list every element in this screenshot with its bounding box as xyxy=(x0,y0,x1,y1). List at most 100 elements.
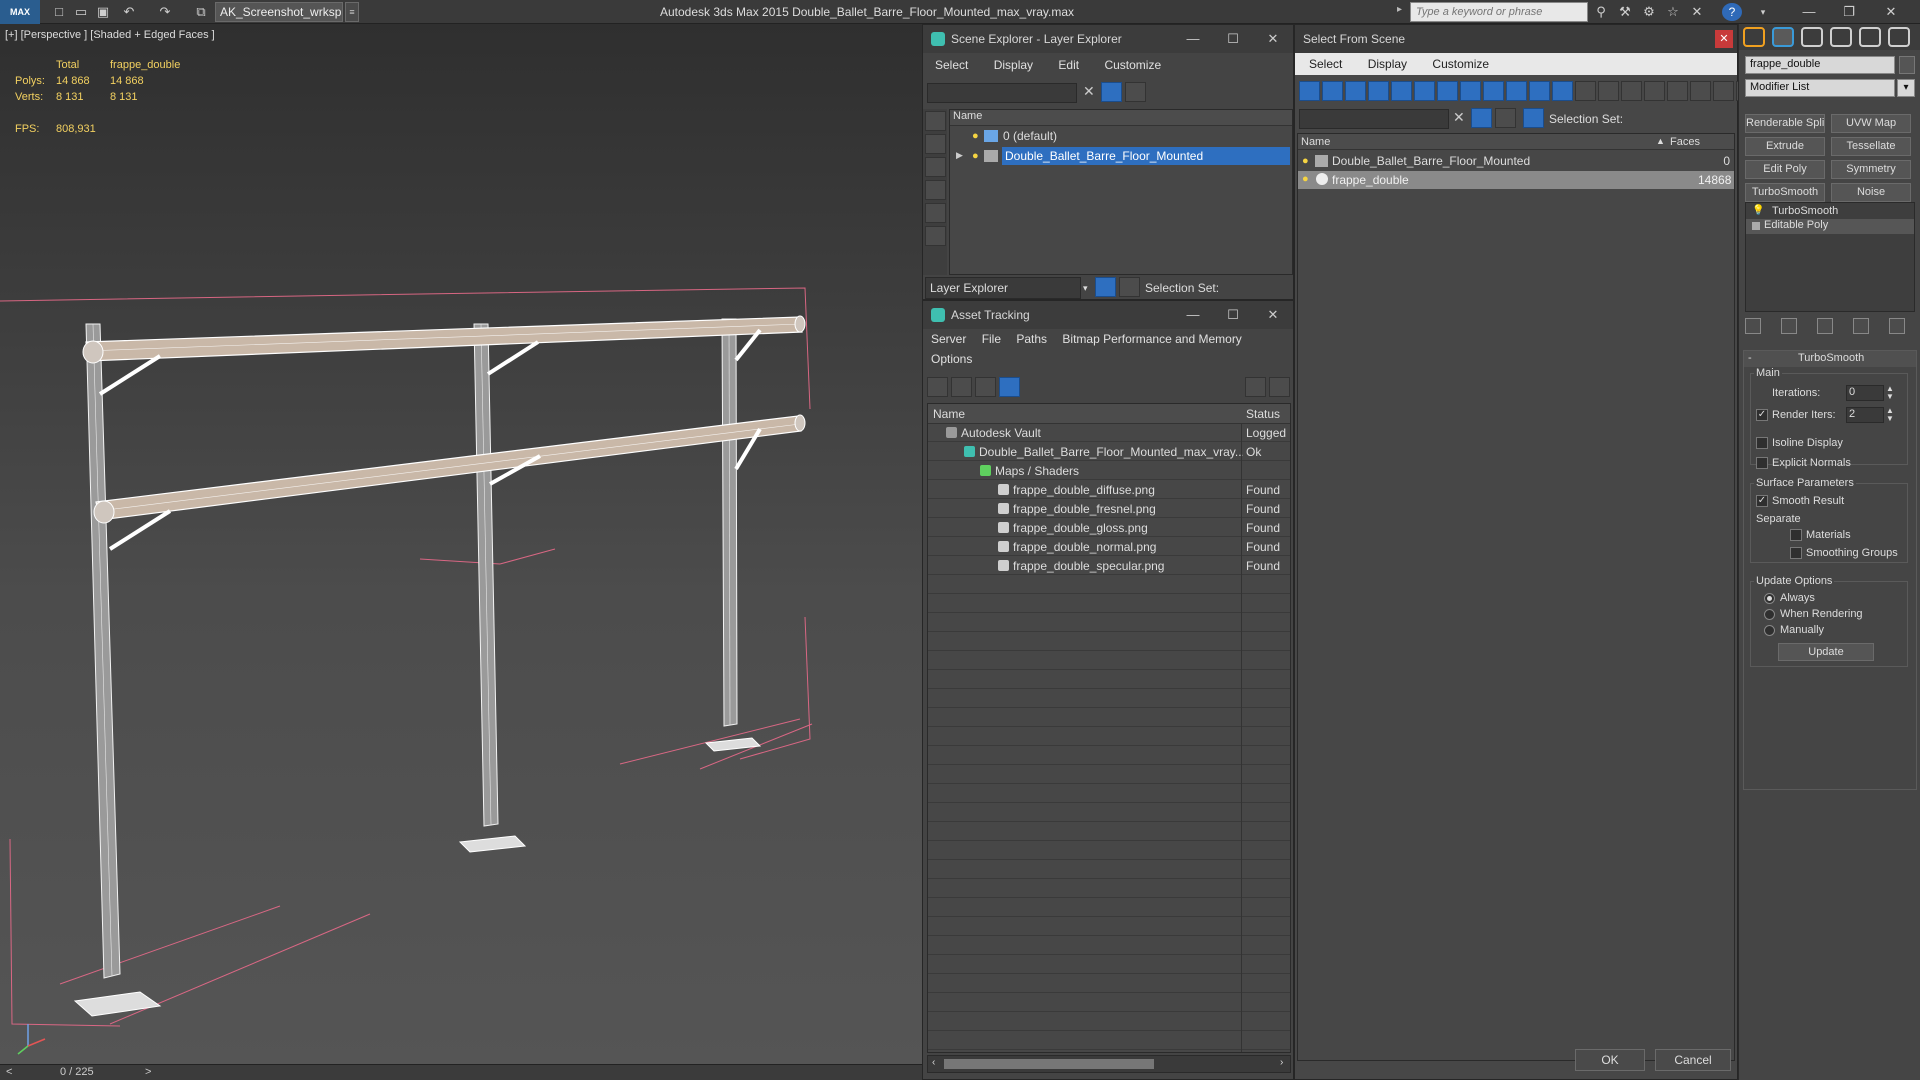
asset-row-name[interactable]: Maps / Shaders xyxy=(995,464,1243,478)
close-icon[interactable]: ✕ xyxy=(1882,3,1900,21)
modifier-button-extrude[interactable]: Extrude xyxy=(1745,137,1825,156)
asset-row-name[interactable]: Double_Ballet_Barre_Floor_Mounted_max_vr… xyxy=(979,445,1243,459)
se-layer-options-icon[interactable] xyxy=(1125,82,1146,102)
at-menu-paths[interactable]: Paths xyxy=(1016,332,1047,346)
object-name-field[interactable]: frappe_double xyxy=(1745,56,1895,74)
sfs-col-name[interactable]: Name xyxy=(1301,136,1330,148)
iterations-spinner[interactable]: 0 xyxy=(1846,385,1884,401)
se-filter-icon[interactable] xyxy=(1101,82,1122,102)
layer-default[interactable]: 0 (default) xyxy=(1003,129,1057,143)
se-menu-display[interactable]: Display xyxy=(994,58,1033,72)
at-close-icon[interactable]: ✕ xyxy=(1253,301,1293,329)
at-menu-file[interactable]: File xyxy=(982,332,1001,346)
sfs-select-invert-icon[interactable] xyxy=(1690,81,1711,101)
layer-expand-icon[interactable]: ▶ xyxy=(956,150,963,161)
se-search-field[interactable] xyxy=(927,83,1077,103)
sfs-row-barre[interactable]: Double_Ballet_Barre_Floor_Mounted xyxy=(1332,154,1530,168)
sfs-display-hidden-icon[interactable] xyxy=(1552,81,1573,101)
sfs-display-groups-icon[interactable] xyxy=(1437,81,1458,101)
render-iters-spin-icon[interactable]: ▲ ▼ xyxy=(1886,407,1894,423)
sfs-menu-select[interactable]: Select xyxy=(1309,57,1342,71)
sfs-display-xrefs-icon[interactable] xyxy=(1460,81,1481,101)
modifier-list-arrow-icon[interactable]: ▾ xyxy=(1897,79,1915,97)
undo-icon[interactable]: ↶ xyxy=(120,3,138,21)
asset-row-name[interactable]: Autodesk Vault xyxy=(961,426,1243,440)
open-folder-icon[interactable]: ▭ xyxy=(72,3,90,21)
sfs-display-none-icon[interactable] xyxy=(1598,81,1619,101)
stack-editable-poly[interactable]: Editable Poly xyxy=(1764,219,1828,231)
communication-icon[interactable]: ⚙ xyxy=(1640,3,1658,21)
modifier-button-edit-poly[interactable]: Edit Poly xyxy=(1745,160,1825,179)
object-color-swatch[interactable] xyxy=(1899,56,1915,74)
at-refresh-icon[interactable] xyxy=(927,377,948,397)
sfs-menu-customize[interactable]: Customize xyxy=(1432,57,1489,71)
sfs-search-field[interactable] xyxy=(1299,109,1449,129)
sfs-display-frozen-icon[interactable] xyxy=(1529,81,1550,101)
modifier-button-symmetry[interactable]: Symmetry xyxy=(1831,160,1911,179)
asset-row-name[interactable]: frappe_double_gloss.png xyxy=(1013,521,1243,535)
asset-tracking-titlebar[interactable]: Asset Tracking — ☐ ✕ xyxy=(923,301,1293,329)
sfs-display-cameras-icon[interactable] xyxy=(1368,81,1389,101)
update-rendering-radio[interactable] xyxy=(1764,609,1775,620)
se-display-lights-icon[interactable] xyxy=(925,157,946,177)
update-manually-radio[interactable] xyxy=(1764,625,1775,636)
sfs-find-case-icon[interactable] xyxy=(1713,81,1734,101)
utilities-tab-icon[interactable] xyxy=(1888,27,1910,47)
at-maximize-icon[interactable]: ☐ xyxy=(1213,301,1253,329)
update-always-radio[interactable] xyxy=(1764,593,1775,604)
se-display-geometry-icon[interactable] xyxy=(925,111,946,131)
modify-tab-icon[interactable] xyxy=(1772,27,1794,47)
se-menu-select[interactable]: Select xyxy=(935,58,968,72)
sfs-layer-icon[interactable] xyxy=(1495,108,1516,128)
se-clear-search-icon[interactable]: ✕ xyxy=(1083,83,1095,100)
sfs-sort-icon[interactable]: ▲ xyxy=(1656,136,1665,146)
app-logo[interactable]: MAX xyxy=(0,0,40,24)
barre-wireframe-model[interactable] xyxy=(0,24,922,1064)
se-minimize-icon[interactable]: — xyxy=(1173,25,1213,53)
hierarchy-tab-icon[interactable] xyxy=(1801,27,1823,47)
workspace-menu-icon[interactable]: ≡ xyxy=(345,2,359,22)
se-hierarchy-mode-icon[interactable] xyxy=(1119,277,1140,297)
sfs-display-containers-icon[interactable] xyxy=(1506,81,1527,101)
explicit-normals-checkbox[interactable] xyxy=(1756,457,1768,469)
save-icon[interactable]: ▣ xyxy=(94,3,112,21)
project-folder-icon[interactable]: ⧉ xyxy=(192,3,210,21)
sfs-close-icon[interactable]: ✕ xyxy=(1715,30,1733,48)
sfs-display-bones-icon[interactable] xyxy=(1483,81,1504,101)
select-from-scene-titlebar[interactable]: Select From Scene ✕ xyxy=(1295,25,1737,53)
smoothing-groups-checkbox[interactable] xyxy=(1790,547,1802,559)
sfs-invert-display-icon[interactable] xyxy=(1621,81,1642,101)
show-end-result-icon[interactable] xyxy=(1781,318,1797,334)
scene-explorer-titlebar[interactable]: Scene Explorer - Layer Explorer — ☐ ✕ xyxy=(923,25,1293,53)
se-maximize-icon[interactable]: ☐ xyxy=(1213,25,1253,53)
asset-row-name[interactable]: frappe_double_normal.png xyxy=(1013,540,1243,554)
help-dropdown-icon[interactable]: ▾ xyxy=(1754,3,1772,21)
se-menu-edit[interactable]: Edit xyxy=(1058,58,1079,72)
asset-horizontal-scrollbar[interactable]: ‹ › xyxy=(927,1055,1291,1073)
help-icon[interactable]: ? xyxy=(1722,3,1742,21)
stack-expand-icon[interactable] xyxy=(1752,222,1760,230)
asset-row-name[interactable]: frappe_double_diffuse.png xyxy=(1013,483,1243,497)
subscription-icon[interactable]: ⚒ xyxy=(1616,3,1634,21)
stack-turbosmooth[interactable]: TurboSmooth xyxy=(1772,205,1838,217)
minimize-icon[interactable]: — xyxy=(1800,3,1818,21)
time-slider[interactable]: < 0 / 225 > xyxy=(0,1064,922,1080)
sfs-filter-icon[interactable] xyxy=(1471,108,1492,128)
sfs-hierarchy-icon[interactable] xyxy=(1523,108,1544,128)
at-thumbnail-view-icon[interactable] xyxy=(975,377,996,397)
se-menu-customize[interactable]: Customize xyxy=(1104,58,1161,72)
explorer-type-arrow-icon[interactable]: ▾ xyxy=(1083,283,1088,294)
smooth-result-checkbox[interactable]: ✓ xyxy=(1756,495,1768,507)
at-list-view-icon[interactable] xyxy=(951,377,972,397)
motion-tab-icon[interactable] xyxy=(1830,27,1852,47)
asset-col-status[interactable]: Status xyxy=(1246,407,1280,421)
asset-scroll-left-icon[interactable]: ‹ xyxy=(932,1057,935,1068)
rollout-collapse-icon[interactable]: - xyxy=(1748,352,1752,364)
search-arrow-icon[interactable]: ▸ xyxy=(1397,4,1402,15)
pin-stack-icon[interactable] xyxy=(1745,318,1761,334)
configure-sets-icon[interactable] xyxy=(1889,318,1905,334)
asset-scroll-right-icon[interactable]: › xyxy=(1280,1057,1283,1068)
create-tab-icon[interactable] xyxy=(1743,27,1765,47)
display-tab-icon[interactable] xyxy=(1859,27,1881,47)
sfs-ok-button[interactable]: OK xyxy=(1575,1049,1645,1071)
